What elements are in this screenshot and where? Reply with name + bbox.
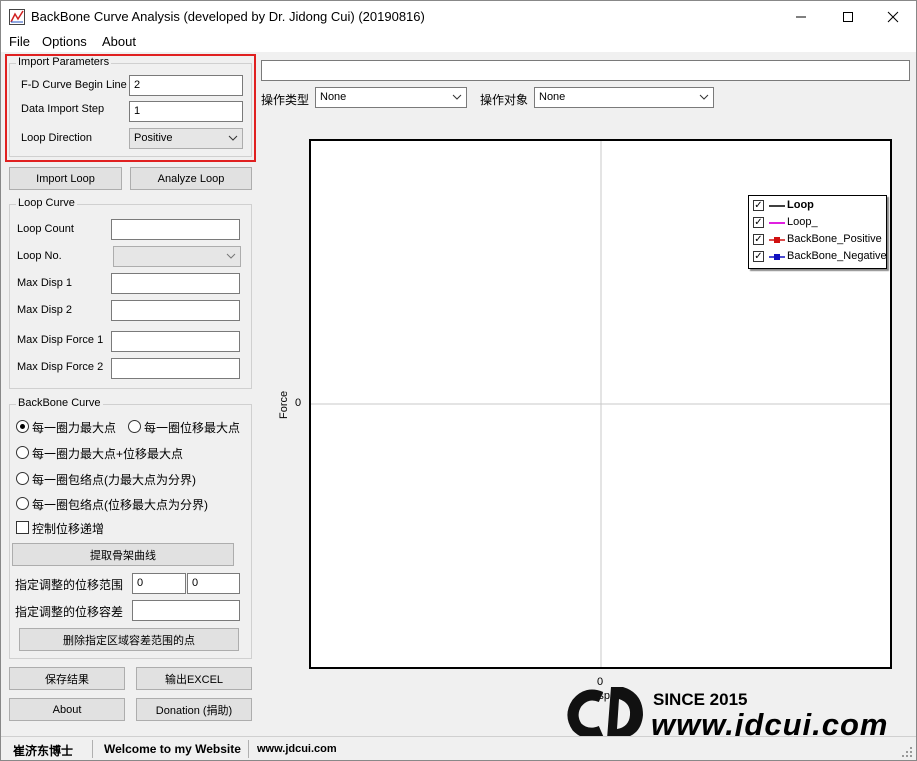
analyze-loop-button[interactable]: Analyze Loop	[130, 167, 252, 190]
minimize-icon	[796, 16, 806, 17]
radio-max-force-label: 每一圈力最大点	[32, 421, 117, 435]
legend-label: BackBone_Negative	[787, 250, 887, 262]
max-force1-label: Max Disp Force 1	[17, 334, 104, 346]
legend-item-loop[interactable]: ✓ Loop	[753, 198, 885, 214]
radio-envelope-disp[interactable]	[16, 497, 29, 510]
chevron-down-icon	[226, 253, 236, 259]
max-force2-label: Max Disp Force 2	[17, 361, 104, 373]
radio-max-force[interactable]	[16, 420, 29, 433]
status-separator	[92, 740, 93, 758]
chevron-down-icon	[699, 94, 709, 100]
op-target-value: None	[539, 91, 566, 103]
y-axis-label: Force	[278, 390, 290, 419]
legend-item-backbone-positive[interactable]: ✓ BackBone_Positive	[753, 232, 885, 248]
app-icon	[9, 9, 25, 25]
op-type-label: 操作类型	[261, 93, 310, 107]
loop-curve-title: Loop Curve	[16, 197, 77, 209]
line-swatch-icon	[769, 205, 785, 207]
legend-label: Loop_	[787, 216, 818, 228]
legend-checkbox[interactable]: ✓	[753, 217, 764, 228]
maximize-button[interactable]	[825, 1, 871, 32]
legend-checkbox[interactable]: ✓	[753, 200, 764, 211]
window-title: BackBone Curve Analysis (developed by Dr…	[31, 9, 425, 24]
disp-range-label: 指定调整的位移范围	[15, 578, 124, 592]
import-loop-button[interactable]: Import Loop	[9, 167, 122, 190]
site-watermark: SINCE 2015 www.jdcui.com	[567, 685, 917, 743]
loop-count-label: Loop Count	[17, 223, 74, 235]
delete-points-button[interactable]: 删除指定区域容差范围的点	[19, 628, 239, 651]
title-bar[interactable]: BackBone Curve Analysis (developed by Dr…	[1, 1, 916, 32]
loop-direction-select[interactable]: Positive	[129, 128, 243, 149]
disp-range-from-input[interactable]: 0	[132, 573, 186, 594]
disp-increase-checkbox[interactable]	[16, 521, 29, 534]
disp-increase-label: 控制位移递增	[32, 522, 105, 536]
disp-tolerance-input[interactable]	[132, 600, 240, 621]
donation-button[interactable]: Donation (捐助)	[136, 698, 252, 721]
menu-options[interactable]: Options	[42, 34, 87, 49]
status-url[interactable]: www.jdcui.com	[257, 743, 337, 755]
chart-legend: ✓ Loop ✓ Loop_ ✓ BackBone_Positive ✓ Bac…	[748, 195, 887, 269]
loop-count-input[interactable]	[111, 219, 240, 240]
max-force2-input[interactable]	[111, 358, 240, 379]
import-step-label: Data Import Step	[21, 103, 105, 115]
op-target-select[interactable]: None	[534, 87, 714, 108]
radio-envelope-disp-label: 每一圈包络点(位移最大点为分界)	[32, 498, 208, 512]
op-target-label: 操作对象	[480, 93, 529, 107]
minimize-button[interactable]	[778, 1, 824, 32]
legend-checkbox[interactable]: ✓	[753, 234, 764, 245]
save-results-button[interactable]: 保存结果	[9, 667, 125, 690]
max-force1-input[interactable]	[111, 331, 240, 352]
loop-direction-value: Positive	[134, 132, 173, 144]
radio-envelope-force-label: 每一圈包络点(力最大点为分界)	[32, 473, 196, 487]
chevron-down-icon	[452, 94, 462, 100]
legend-item-loop-alt[interactable]: ✓ Loop_	[753, 215, 885, 231]
disp-range-to-input[interactable]: 0	[187, 573, 240, 594]
status-bar: 崔济东博士 Welcome to my Website www.jdcui.co…	[1, 736, 916, 760]
max-disp2-input[interactable]	[111, 300, 240, 321]
radio-force-and-disp[interactable]	[16, 446, 29, 459]
menu-file[interactable]: File	[9, 34, 30, 49]
op-type-value: None	[320, 91, 347, 103]
radio-envelope-force[interactable]	[16, 472, 29, 485]
line-marker-swatch-icon	[769, 254, 785, 260]
menu-bar: File Options About	[1, 32, 916, 52]
legend-item-backbone-negative[interactable]: ✓ BackBone_Negative	[753, 249, 887, 265]
main-window: BackBone Curve Analysis (developed by Dr…	[0, 0, 917, 761]
status-separator	[248, 740, 249, 758]
max-disp2-label: Max Disp 2	[17, 304, 73, 316]
backbone-curve-title: BackBone Curve	[16, 397, 103, 409]
legend-label: BackBone_Positive	[787, 233, 882, 245]
status-welcome: Welcome to my Website	[104, 742, 241, 756]
extract-backbone-button[interactable]: 提取骨架曲线	[12, 543, 234, 566]
legend-label: Loop	[787, 199, 814, 211]
cd-logo-icon	[567, 687, 643, 739]
chevron-down-icon	[228, 135, 238, 141]
max-disp1-label: Max Disp 1	[17, 277, 73, 289]
menu-about[interactable]: About	[102, 34, 136, 49]
path-input[interactable]	[261, 60, 910, 81]
line-marker-swatch-icon	[769, 237, 785, 243]
about-button[interactable]: About	[9, 698, 125, 721]
maximize-icon	[843, 11, 853, 22]
loop-no-select[interactable]	[113, 246, 241, 267]
loop-no-label: Loop No.	[17, 250, 62, 262]
disp-tolerance-label: 指定调整的位移容差	[15, 605, 124, 619]
status-author: 崔济东博士	[13, 744, 74, 758]
legend-checkbox[interactable]: ✓	[753, 251, 764, 262]
radio-max-disp-label: 每一圈位移最大点	[144, 421, 241, 435]
op-type-select[interactable]: None	[315, 87, 467, 108]
y-tick-zero: 0	[295, 397, 302, 409]
resize-grip-icon[interactable]	[901, 746, 913, 758]
export-excel-button[interactable]: 输出EXCEL	[136, 667, 252, 690]
begin-line-input[interactable]: 2	[129, 75, 243, 96]
radio-force-and-disp-label: 每一圈力最大点+位移最大点	[32, 447, 184, 461]
max-disp1-input[interactable]	[111, 273, 240, 294]
begin-line-label: F-D Curve Begin Line	[21, 79, 127, 91]
line-swatch-icon	[769, 222, 785, 224]
radio-max-disp[interactable]	[128, 420, 141, 433]
loop-direction-label: Loop Direction	[21, 132, 92, 144]
close-button[interactable]	[870, 1, 916, 32]
close-icon	[887, 11, 899, 22]
import-step-input[interactable]: 1	[129, 101, 243, 122]
